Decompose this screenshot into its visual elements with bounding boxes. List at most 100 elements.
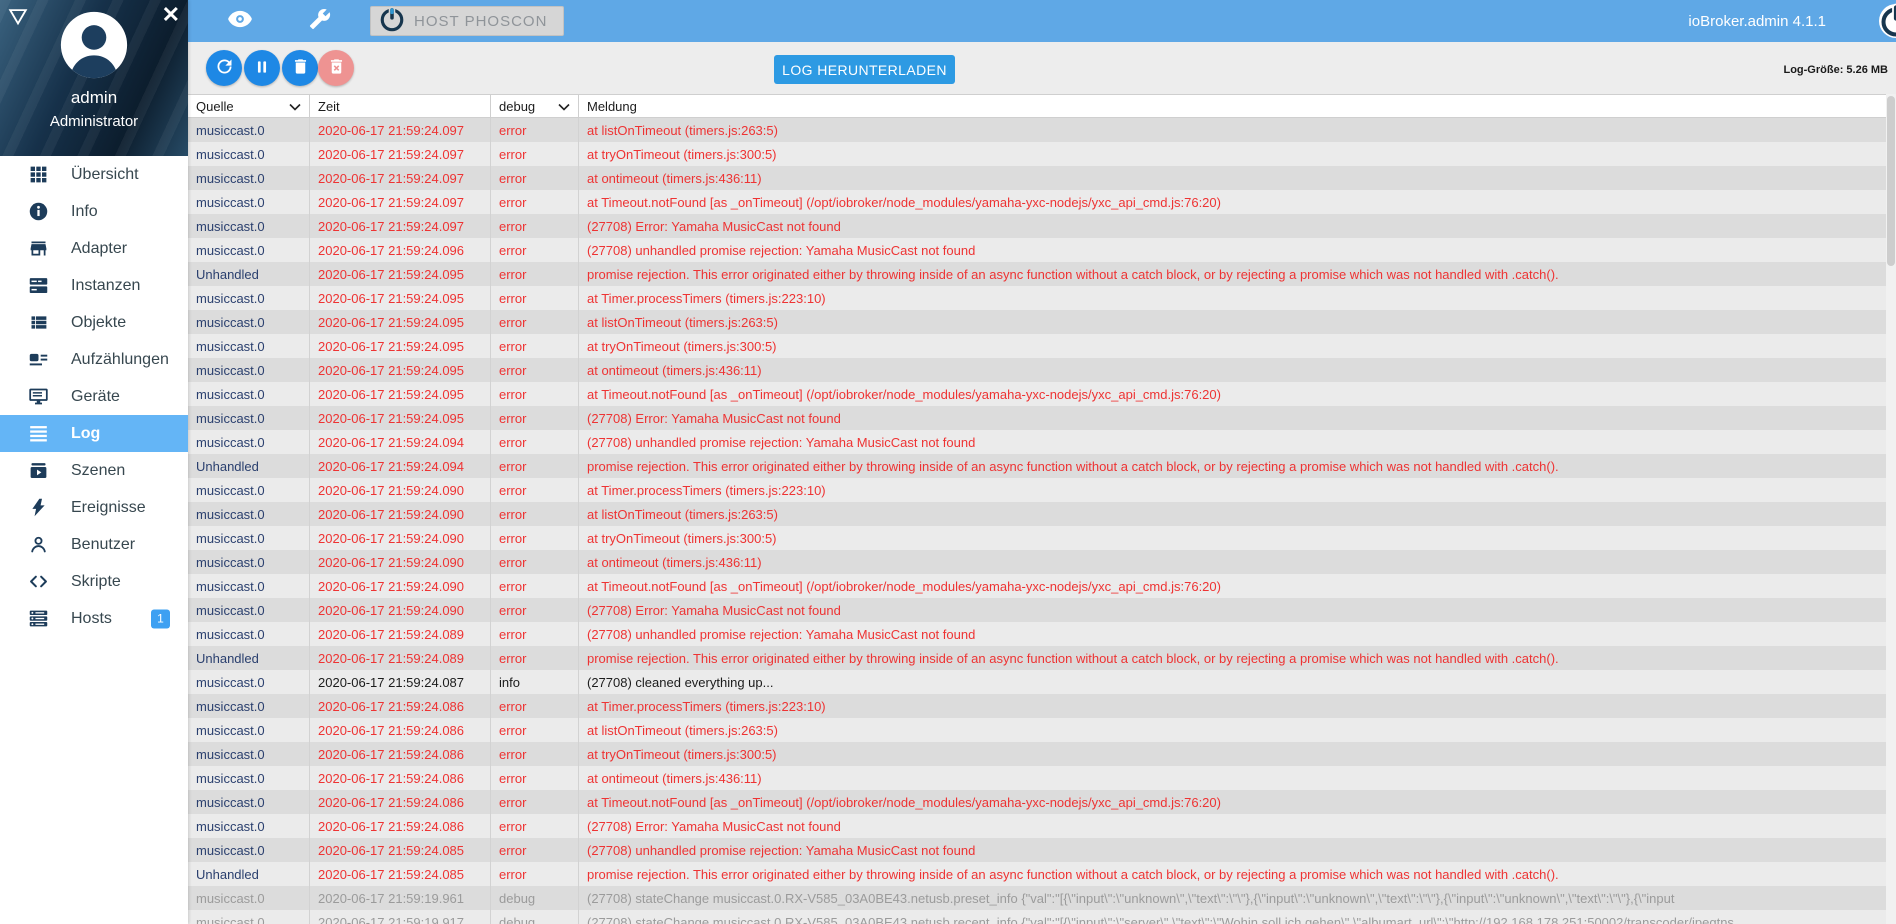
sidebar-item-info[interactable]: Info <box>0 193 188 230</box>
log-time-cell: 2020-06-17 21:59:24.086 <box>310 742 491 766</box>
log-message-cell: at Timeout.notFound [as _onTimeout] (/op… <box>587 386 1221 402</box>
wrench-icon <box>309 8 331 35</box>
scrollbar-thumb[interactable] <box>1887 96 1895 266</box>
sidebar-item-instanzen[interactable]: Instanzen <box>0 267 188 304</box>
pause-button[interactable] <box>244 50 280 86</box>
sidebar-item-label: Übersicht <box>71 165 139 183</box>
host-button-label: HOST PHOSCON <box>414 12 548 30</box>
log-source-cell: musiccast.0 <box>188 166 310 190</box>
log-level-cell: error <box>491 598 579 622</box>
log-source-cell: musiccast.0 <box>188 742 310 766</box>
log-source-cell: musiccast.0 <box>188 718 310 742</box>
log-message-cell: promise rejection. This error originated… <box>587 866 1559 882</box>
sidebar-item-log[interactable]: Log <box>0 415 188 452</box>
level-filter-select[interactable]: debug <box>491 95 579 117</box>
sidebar-item-geraete[interactable]: Geräte <box>0 378 188 415</box>
download-log-button[interactable]: LOG HERUNTERLADEN <box>774 55 955 84</box>
log-table: Quelle Zeit debug Meldung musiccast.0 202… <box>188 94 1886 924</box>
table-row: musiccast.0 2020-06-17 21:59:24.094 error (… <box>188 430 1886 454</box>
log-source-cell: Unhandled <box>188 862 310 886</box>
log-time-cell: 2020-06-17 21:59:24.087 <box>310 670 491 694</box>
log-time-cell: 2020-06-17 21:59:24.089 <box>310 646 491 670</box>
user-role: Administrator <box>49 113 139 130</box>
log-icon <box>26 422 50 446</box>
sidebar-item-adapter[interactable]: Adapter <box>0 230 188 267</box>
message-column-header: Meldung <box>587 98 637 114</box>
log-time-cell: 2020-06-17 21:59:24.095 <box>310 382 491 406</box>
log-time-cell: 2020-06-17 21:59:24.086 <box>310 694 491 718</box>
sidebar-item-szenen[interactable]: Szenen <box>0 452 188 489</box>
sidebar-item-label: Szenen <box>71 461 126 479</box>
log-source-cell: musiccast.0 <box>188 358 310 382</box>
sidebar-item-label: Ereignisse <box>71 498 146 516</box>
sidebar-item-aufzaehlungen[interactable]: Aufzählungen <box>0 341 188 378</box>
log-source-cell: musiccast.0 <box>188 142 310 166</box>
sidebar-item-skripte[interactable]: Skripte <box>0 563 188 600</box>
settings-wrench-button[interactable] <box>300 1 340 41</box>
clear-log-button[interactable] <box>282 50 318 86</box>
log-size-label: Log-Größe: 5.26 MB <box>1783 64 1888 76</box>
chevron-down-icon <box>289 99 301 114</box>
sidebar-item-objekte[interactable]: Objekte <box>0 304 188 341</box>
log-time-cell: 2020-06-17 21:59:24.090 <box>310 502 491 526</box>
avatar[interactable] <box>59 10 129 85</box>
table-row: musiccast.0 2020-06-17 21:59:24.097 error a… <box>188 118 1886 142</box>
sidebar-item-label: Log <box>71 424 101 442</box>
log-message-cell: promise rejection. This error originated… <box>587 458 1559 474</box>
trash-icon <box>291 57 310 79</box>
table-row: musiccast.0 2020-06-17 21:59:24.090 error (… <box>188 598 1886 622</box>
sidebar-item-label: Aufzählungen <box>71 350 169 368</box>
log-message-cell: at ontimeout (timers.js:436:11) <box>587 170 762 186</box>
user-icon <box>26 533 50 557</box>
log-time-cell: 2020-06-17 21:59:24.094 <box>310 454 491 478</box>
log-level-cell: error <box>491 166 579 190</box>
log-message-cell: promise rejection. This error originated… <box>587 650 1559 666</box>
log-level-cell: error <box>491 430 579 454</box>
sidebar-item-ereignisse[interactable]: Ereignisse <box>0 489 188 526</box>
table-row: Unhandled 2020-06-17 21:59:24.094 error pro… <box>188 454 1886 478</box>
sidebar-item-hosts[interactable]: Hosts 1 <box>0 600 188 637</box>
log-time-cell: 2020-06-17 21:59:24.086 <box>310 766 491 790</box>
log-level-cell: error <box>491 358 579 382</box>
log-source-cell: musiccast.0 <box>188 286 310 310</box>
table-row: musiccast.0 2020-06-17 21:59:24.089 error (… <box>188 622 1886 646</box>
clear-log-file-button[interactable] <box>318 50 354 86</box>
table-row: musiccast.0 2020-06-17 21:59:24.086 error a… <box>188 766 1886 790</box>
table-row: musiccast.0 2020-06-17 21:59:24.097 error (… <box>188 214 1886 238</box>
log-message-cell: (27708) unhandled promise rejection: Yam… <box>587 626 976 642</box>
admin-logo-icon[interactable] <box>7 6 29 33</box>
log-level-cell: error <box>491 790 579 814</box>
sidebar-user-panel: ✕ admin Administrator <box>0 0 188 156</box>
log-level-cell: error <box>491 814 579 838</box>
table-row: musiccast.0 2020-06-17 21:59:24.097 error a… <box>188 142 1886 166</box>
log-message-cell: (27708) cleaned everything up... <box>587 674 774 690</box>
trash-x-icon <box>327 57 346 79</box>
table-row: musiccast.0 2020-06-17 21:59:24.090 error a… <box>188 502 1886 526</box>
log-level-cell: info <box>491 670 579 694</box>
host-phoscon-button[interactable]: HOST PHOSCON <box>370 6 565 36</box>
visibility-toggle-button[interactable] <box>220 1 260 41</box>
log-time-cell: 2020-06-17 21:59:24.095 <box>310 286 491 310</box>
sidebar-item-benutzer[interactable]: Benutzer <box>0 526 188 563</box>
log-source-cell: musiccast.0 <box>188 598 310 622</box>
log-source-cell: musiccast.0 <box>188 238 310 262</box>
table-row: musiccast.0 2020-06-17 21:59:24.086 error a… <box>188 790 1886 814</box>
log-message-cell: (27708) Error: Yamaha MusicCast not foun… <box>587 218 841 234</box>
source-filter-select[interactable]: Quelle <box>188 95 310 117</box>
iobroker-corner-logo-icon <box>1876 1 1896 46</box>
log-level-cell: error <box>491 286 579 310</box>
vertical-scrollbar[interactable] <box>1886 94 1896 924</box>
log-time-cell: 2020-06-17 21:59:24.095 <box>310 358 491 382</box>
log-level-cell: error <box>491 262 579 286</box>
refresh-button[interactable] <box>206 50 242 86</box>
log-source-cell: musiccast.0 <box>188 886 310 910</box>
sidebar: ✕ admin Administrator Übersicht Info Adapt… <box>0 0 188 924</box>
log-level-cell: error <box>491 622 579 646</box>
close-icon[interactable]: ✕ <box>162 4 180 26</box>
log-level-cell: error <box>491 502 579 526</box>
log-time-cell: 2020-06-17 21:59:19.917 <box>310 910 491 924</box>
log-level-cell: error <box>491 214 579 238</box>
log-message-cell: at Timeout.notFound [as _onTimeout] (/op… <box>587 578 1221 594</box>
sidebar-item-uebersicht[interactable]: Übersicht <box>0 156 188 193</box>
app-version-title: ioBroker.admin 4.1.1 <box>1688 12 1826 30</box>
